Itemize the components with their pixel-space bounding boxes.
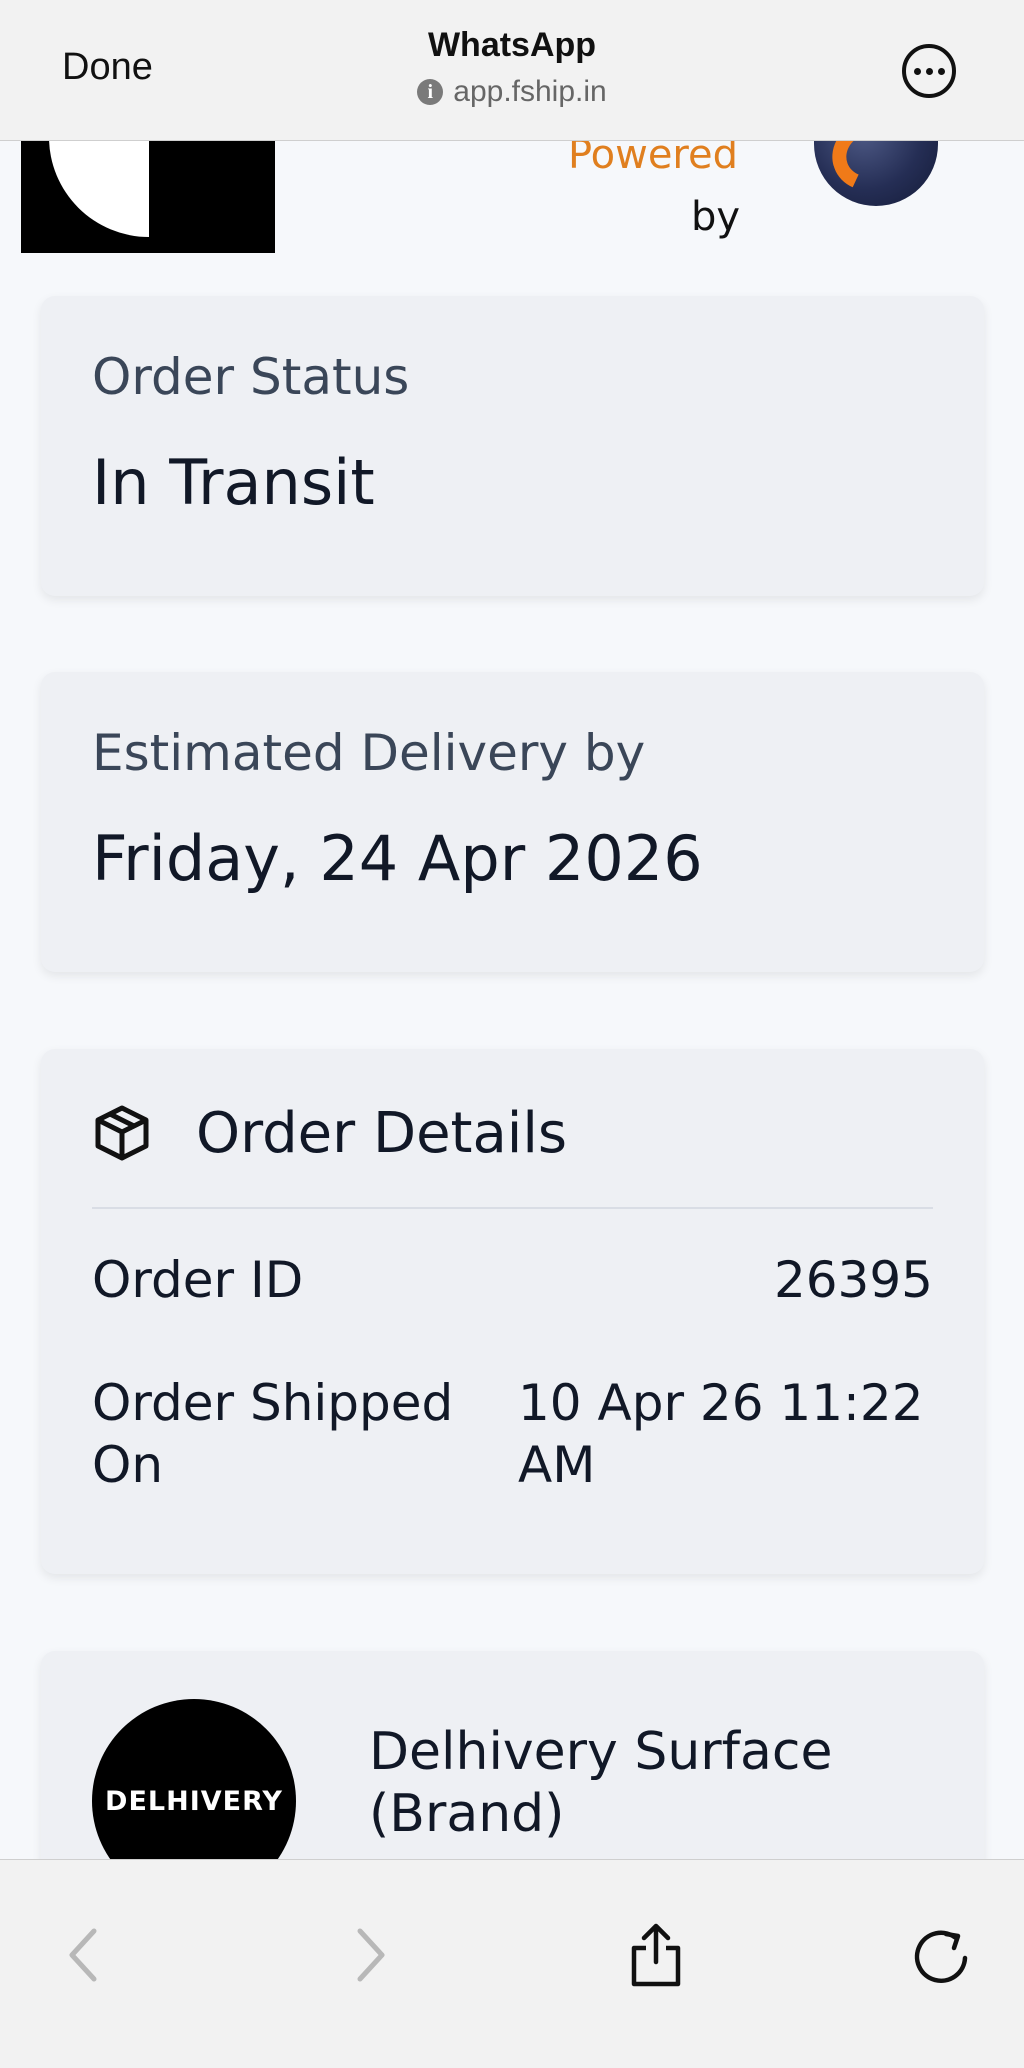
dot <box>913 67 921 75</box>
by-text: by <box>690 194 740 240</box>
more-options-icon[interactable] <box>902 44 956 98</box>
divider <box>92 1207 933 1209</box>
dot <box>925 67 933 75</box>
order-shipped-value-line1: 10 Apr 26 11:22 <box>518 1374 924 1432</box>
order-shipped-value-line2: AM <box>518 1436 596 1494</box>
brand-logo <box>21 141 275 253</box>
order-status-label: Order Status <box>92 348 410 406</box>
reload-icon[interactable] <box>912 1920 972 1990</box>
forward-icon[interactable] <box>340 1920 400 1990</box>
courier-name-line1: Delhivery Surface <box>369 1722 833 1782</box>
browser-bottom-toolbar <box>0 1859 1024 2068</box>
order-id-label: Order ID <box>92 1251 304 1309</box>
order-shipped-value: 10 Apr 26 11:22 AM <box>518 1372 924 1496</box>
estimated-delivery-card: Estimated Delivery by Friday, 24 Apr 202… <box>41 672 984 972</box>
order-status-card: Order Status In Transit <box>41 296 984 596</box>
url-text[interactable]: app.fship.in <box>453 75 606 109</box>
back-icon[interactable] <box>54 1920 114 1990</box>
browser-top-bar: Done WhatsApp i app.fship.in <box>0 0 1024 141</box>
order-details-header: Order Details <box>92 1101 567 1166</box>
browser-title-area: WhatsApp i app.fship.in <box>0 26 1024 109</box>
courier-logo-text: DELHIVERY <box>105 1785 283 1817</box>
info-icon[interactable]: i <box>417 79 444 105</box>
brand-logo-shape <box>49 141 249 237</box>
order-shipped-label-line2: On <box>92 1436 164 1494</box>
order-details-card: Order Details Order ID 26395 Order Shipp… <box>41 1049 984 1574</box>
dot <box>937 67 945 75</box>
order-shipped-label: Order Shipped On <box>92 1372 453 1496</box>
order-shipped-label-line1: Order Shipped <box>92 1374 454 1432</box>
courier-name: Delhivery Surface (Brand) <box>369 1721 889 1845</box>
courier-name-line2: (Brand) <box>369 1784 565 1844</box>
estimated-delivery-value: Friday, 24 Apr 2026 <box>92 822 703 895</box>
order-status-value: In Transit <box>92 446 375 519</box>
app-title: WhatsApp <box>427 26 597 64</box>
order-id-value: 26395 <box>773 1251 933 1309</box>
package-icon <box>92 1102 152 1166</box>
estimated-delivery-label: Estimated Delivery by <box>92 724 646 782</box>
order-details-title: Order Details <box>196 1101 568 1166</box>
share-icon[interactable] <box>626 1920 686 1990</box>
url-row[interactable]: i app.fship.in <box>417 75 607 109</box>
